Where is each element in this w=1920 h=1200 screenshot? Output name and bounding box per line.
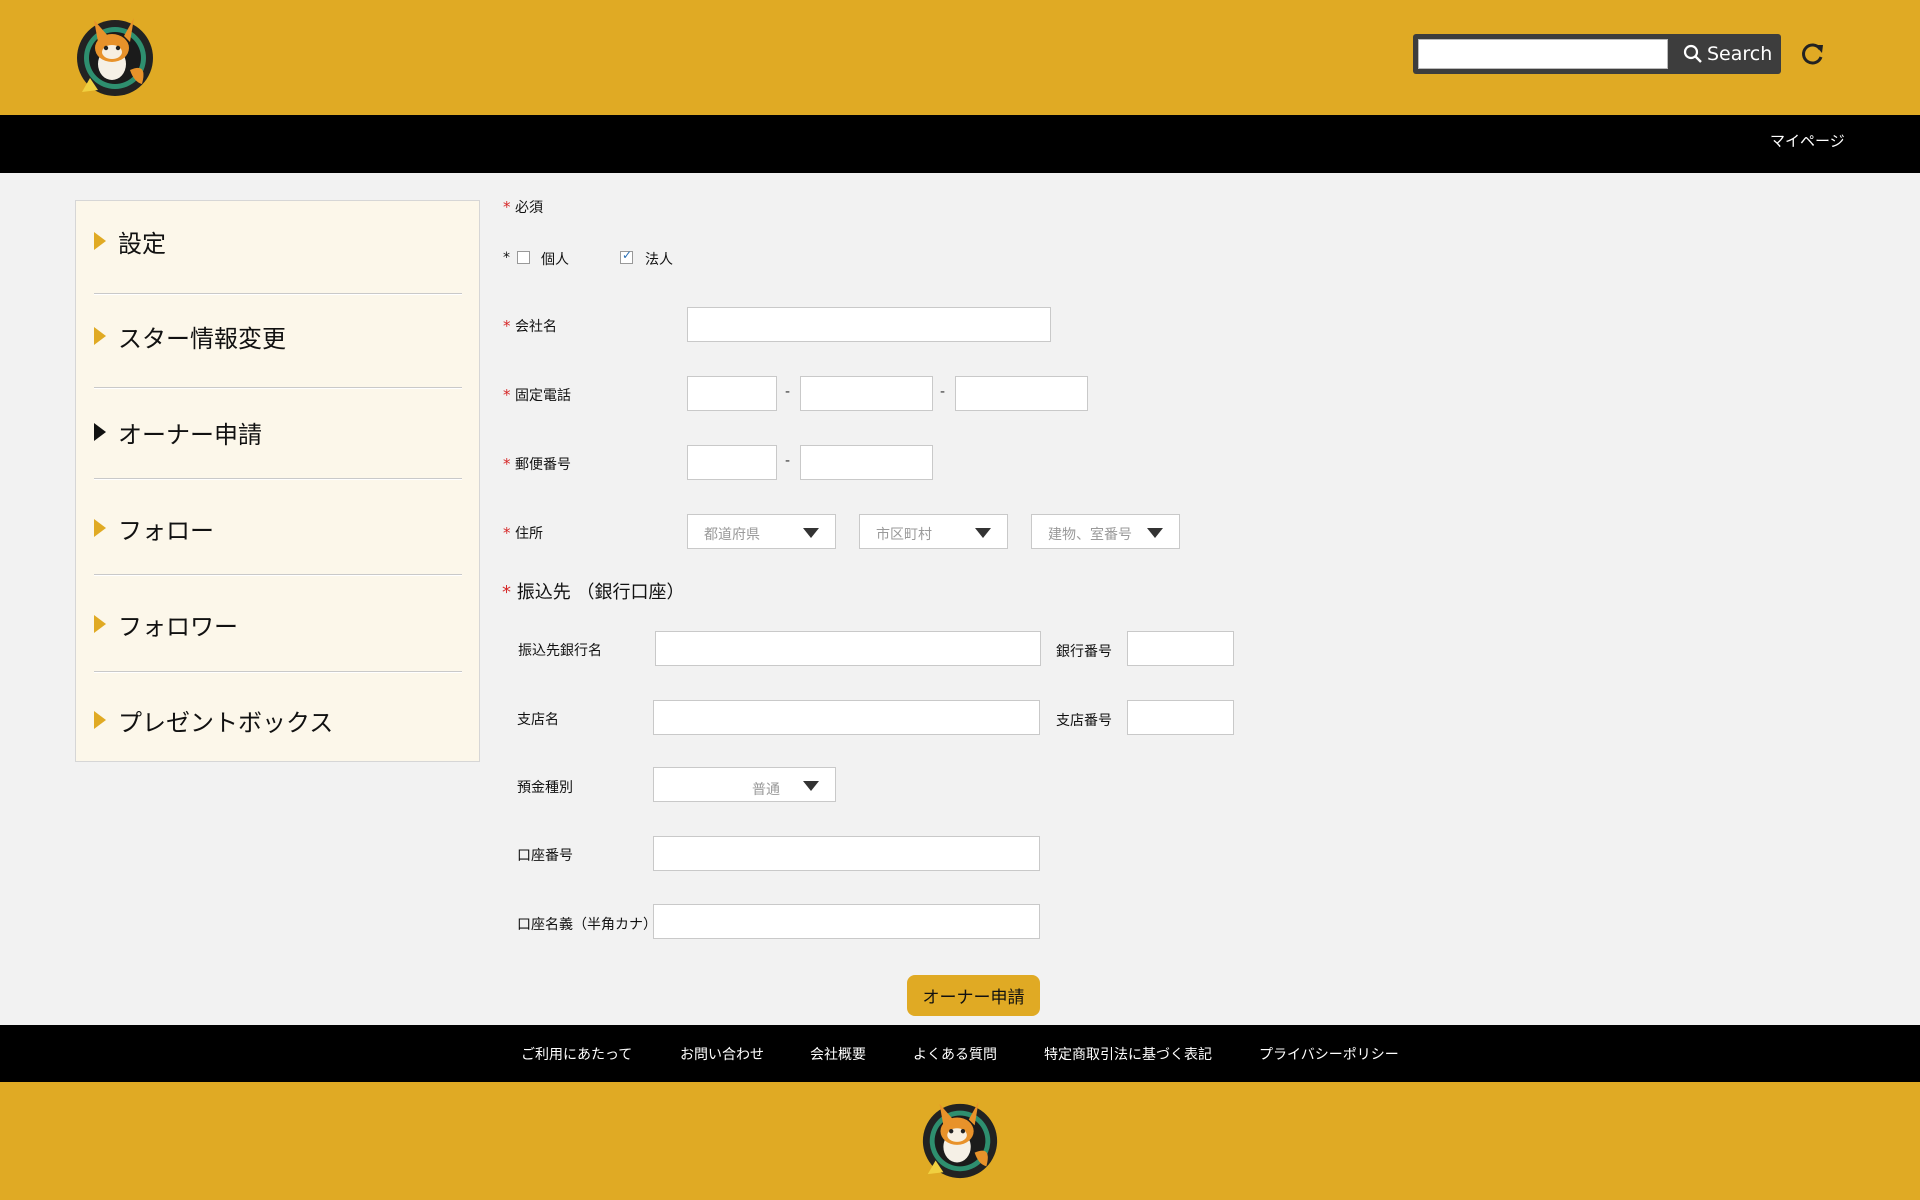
personal-checkbox[interactable] <box>517 251 530 264</box>
sidebar-item-label: スター情報変更 <box>118 324 286 353</box>
footer-link-terms[interactable]: ご利用にあたって <box>521 1044 632 1064</box>
bank-section-title: * 振込先 （銀行口座） <box>502 582 685 603</box>
building-select[interactable]: 建物、室番号 <box>1031 514 1180 549</box>
sidebar-item-present-box[interactable]: プレゼントボックス <box>94 690 462 750</box>
chevron-down-icon <box>803 781 819 791</box>
sidebar-item-follow[interactable]: フォロー <box>94 498 462 558</box>
deposit-type-select[interactable]: 普通 <box>653 767 836 802</box>
header: Search <box>0 0 1920 115</box>
submit-owner-application-button[interactable]: オーナー申請 <box>907 975 1040 1016</box>
top-navbar: マイページ <box>0 115 1920 173</box>
prefecture-placeholder: 都道府県 <box>704 527 760 543</box>
postal-input-2[interactable] <box>800 445 933 480</box>
triangle-right-icon <box>94 232 106 250</box>
footer-link-company[interactable]: 会社概要 <box>810 1044 866 1064</box>
phone-input-1[interactable] <box>687 376 777 411</box>
search-button-label: Search <box>1707 43 1773 65</box>
corporate-checkbox[interactable] <box>620 248 633 264</box>
triangle-right-icon <box>94 327 106 345</box>
city-placeholder: 市区町村 <box>876 527 932 543</box>
branch-number-label: 支店番号 <box>1056 713 1112 729</box>
phone-label: * 固定電話 <box>503 386 571 404</box>
sidebar-item-label: フォロワー <box>118 612 238 641</box>
site-logo[interactable] <box>72 12 158 100</box>
sidebar-divider <box>94 671 462 673</box>
personal-label: 個人 <box>541 252 569 268</box>
account-number-input[interactable] <box>653 836 1040 871</box>
phone-input-3[interactable] <box>955 376 1088 411</box>
prefecture-select[interactable]: 都道府県 <box>687 514 836 549</box>
sidebar-menu: 設定 スター情報変更 オーナー申請 フォロー フォロワー プレゼントボックス <box>75 200 480 762</box>
footer-navbar: ご利用にあたって お問い合わせ 会社概要 よくある質問 特定商取引法に基づく表記… <box>0 1025 1920 1082</box>
branch-name-input[interactable] <box>653 700 1040 735</box>
footer-link-commerce-law[interactable]: 特定商取引法に基づく表記 <box>1044 1044 1212 1064</box>
sidebar-item-label: 設定 <box>118 229 166 258</box>
postal-label: * 郵便番号 <box>503 455 571 473</box>
chevron-down-icon <box>1147 528 1163 538</box>
search-box: Search <box>1413 34 1781 74</box>
bank-name-input[interactable] <box>655 631 1041 666</box>
sidebar-item-label: オーナー申請 <box>118 420 262 449</box>
sidebar-item-star-info[interactable]: スター情報変更 <box>94 306 462 366</box>
footer <box>0 1082 1920 1200</box>
dash: - <box>785 453 791 469</box>
bank-number-label: 銀行番号 <box>1056 644 1112 660</box>
chevron-down-icon <box>975 528 991 538</box>
building-placeholder: 建物、室番号 <box>1048 527 1132 543</box>
account-holder-input[interactable] <box>653 904 1040 939</box>
triangle-right-icon <box>94 423 106 441</box>
city-select[interactable]: 市区町村 <box>859 514 1008 549</box>
triangle-right-icon <box>94 615 106 633</box>
footer-link-faq[interactable]: よくある質問 <box>913 1044 997 1064</box>
bank-name-label: 振込先銀行名 <box>518 643 602 659</box>
reload-icon[interactable] <box>1800 41 1826 67</box>
postal-input-1[interactable] <box>687 445 777 480</box>
footer-logo[interactable] <box>918 1096 1002 1182</box>
account-holder-label: 口座名義（半角カナ） <box>517 917 657 933</box>
bank-number-input[interactable] <box>1127 631 1234 666</box>
triangle-right-icon <box>94 519 106 537</box>
deposit-type-label: 預金種別 <box>517 780 573 796</box>
dash: - <box>940 384 946 400</box>
company-name-input[interactable] <box>687 307 1051 342</box>
deposit-type-value: 普通 <box>752 782 780 798</box>
sidebar-divider <box>94 478 462 480</box>
phone-input-2[interactable] <box>800 376 933 411</box>
branch-number-input[interactable] <box>1127 700 1234 735</box>
corporate-label: 法人 <box>645 252 673 268</box>
required-note: * 必須 <box>503 198 543 216</box>
chevron-down-icon <box>803 528 819 538</box>
sidebar-item-label: プレゼントボックス <box>118 708 334 737</box>
address-label: * 住所 <box>503 524 543 542</box>
footer-link-contact[interactable]: お問い合わせ <box>680 1044 764 1064</box>
mypage-link[interactable]: マイページ <box>1770 130 1845 151</box>
triangle-right-icon <box>94 711 106 729</box>
search-button[interactable]: Search <box>1679 38 1777 70</box>
sidebar-divider <box>94 293 462 295</box>
sidebar-item-owner-application[interactable]: オーナー申請 <box>94 402 462 462</box>
footer-link-privacy[interactable]: プライバシーポリシー <box>1259 1044 1399 1064</box>
sidebar-item-label: フォロー <box>118 516 214 545</box>
branch-name-label: 支店名 <box>517 712 559 728</box>
search-icon <box>1683 44 1702 63</box>
search-input[interactable] <box>1418 39 1668 69</box>
sidebar-divider <box>94 574 462 576</box>
account-number-label: 口座番号 <box>517 848 573 864</box>
required-mark: * <box>503 250 510 266</box>
company-name-label: * 会社名 <box>503 317 557 335</box>
sidebar-item-settings[interactable]: 設定 <box>94 211 462 271</box>
sidebar-item-followers[interactable]: フォロワー <box>94 594 462 654</box>
sidebar-divider <box>94 387 462 389</box>
dash: - <box>785 384 791 400</box>
